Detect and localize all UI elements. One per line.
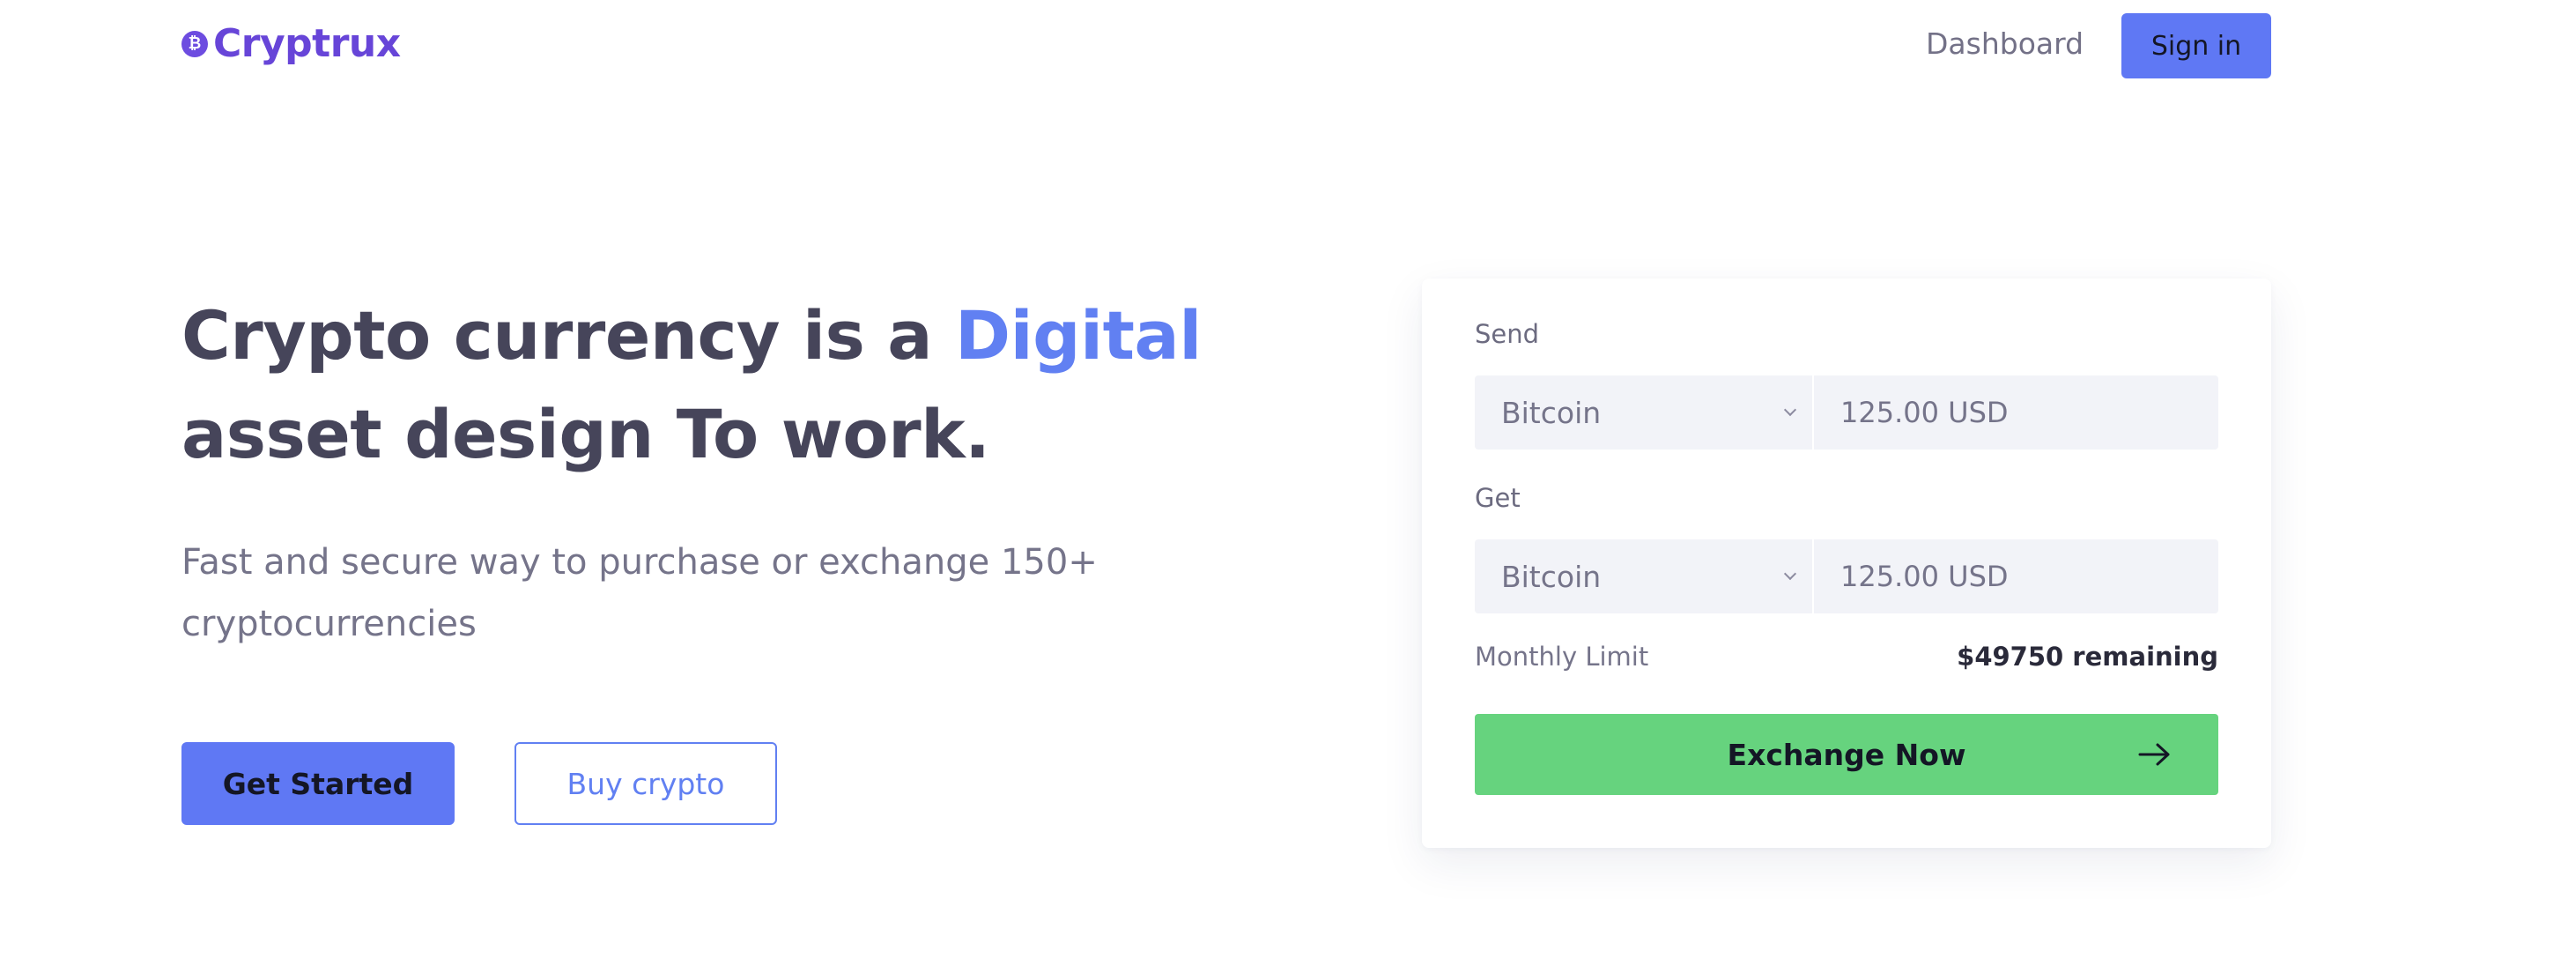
exchange-now-button[interactable]: Exchange Now [1475, 714, 2218, 795]
monthly-limit-label: Monthly Limit [1475, 642, 1649, 672]
hero-title: Crypto currency is a Digital asset desig… [181, 286, 1327, 484]
get-label: Get [1475, 483, 1521, 513]
send-amount-input[interactable] [1814, 375, 2218, 450]
send-field-row: Bitcoin [1475, 375, 2218, 450]
monthly-limit-value: $49750 remaining [1957, 642, 2218, 672]
send-label: Send [1475, 319, 1540, 349]
send-currency-value: Bitcoin [1501, 395, 1602, 430]
get-amount-input[interactable] [1814, 539, 2218, 613]
sign-in-button[interactable]: Sign in [2121, 13, 2271, 78]
get-started-button[interactable]: Get Started [181, 742, 455, 825]
exchange-now-label: Exchange Now [1727, 737, 1966, 772]
arrow-right-icon [2138, 743, 2170, 766]
landing-page: ₿ Cryptrux Dashboard Sign in Crypto curr… [0, 0, 2576, 966]
chevron-down-icon [1783, 403, 1797, 417]
monthly-limit-row: Monthly Limit $49750 remaining [1475, 642, 2218, 672]
chevron-down-icon [1783, 567, 1797, 581]
get-field-row: Bitcoin [1475, 539, 2218, 613]
exchange-card: Send Bitcoin Get Bitcoin Monthly Limit $… [1422, 279, 2271, 848]
brand-logo[interactable]: ₿ Cryptrux [181, 21, 401, 66]
bitcoin-coin-icon: ₿ [181, 30, 208, 57]
hero-subtitle: Fast and secure way to purchase or excha… [181, 542, 1098, 644]
hero-title-part1: Crypto currency is a [181, 296, 956, 375]
hero-title-part2: asset design To work. [181, 395, 990, 473]
brand-name: Cryptrux [213, 21, 401, 66]
nav-dashboard-link[interactable]: Dashboard [1926, 26, 2084, 61]
send-currency-select[interactable]: Bitcoin [1475, 375, 1814, 450]
hero-title-accent: Digital [955, 296, 1202, 375]
buy-crypto-button[interactable]: Buy crypto [514, 742, 777, 825]
get-currency-select[interactable]: Bitcoin [1475, 539, 1814, 613]
get-currency-value: Bitcoin [1501, 559, 1602, 594]
